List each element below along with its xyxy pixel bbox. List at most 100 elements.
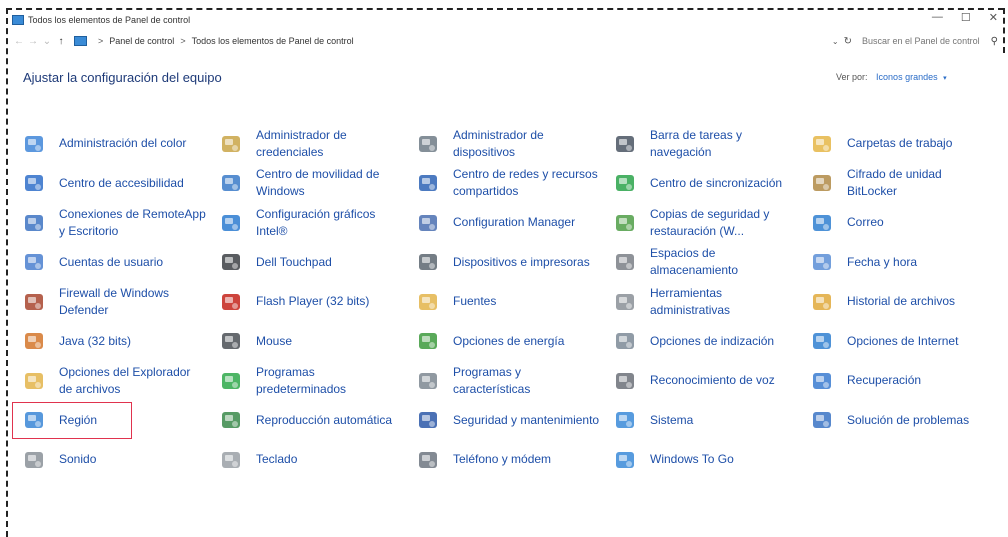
control-panel-item-label: Administrador de dispositivos: [453, 127, 544, 159]
close-button[interactable]: ✕: [989, 11, 998, 24]
network-center-icon: [414, 171, 442, 195]
control-panel-item-label: Barra de tareas y navegación: [650, 127, 743, 159]
control-panel-item[interactable]: Centro de redes y recursos compartidos: [414, 164, 611, 204]
title-bar: Todos los elementos de Panel de control …: [12, 11, 1002, 29]
control-panel-item[interactable]: Configuration Manager: [414, 203, 611, 243]
control-panel-item[interactable]: Opciones del Explorador de archivos: [20, 361, 217, 401]
control-panel-item[interactable]: Administración del color: [20, 124, 217, 164]
control-panel-item-label: Fecha y hora: [847, 254, 918, 269]
back-button[interactable]: ←: [12, 36, 26, 47]
control-panel-item[interactable]: Seguridad y mantenimiento: [414, 401, 611, 441]
control-panel-item-label: Historial de archivos: [847, 294, 956, 309]
control-panel-item[interactable]: Administrador de dispositivos: [414, 124, 611, 164]
breadcrumb-separator[interactable]: >: [180, 36, 185, 46]
control-panel-item-label: Centro de redes y recursos compartidos: [453, 167, 598, 199]
control-panel-item[interactable]: Fecha y hora: [808, 243, 1000, 283]
flash-player-icon: [217, 290, 245, 314]
control-panel-item[interactable]: Centro de sincronización: [611, 164, 808, 204]
maximize-button[interactable]: ☐: [961, 11, 971, 24]
control-panel-item-label: Conexiones de RemoteApp y Escritorio: [59, 206, 206, 238]
control-panel-item-label: Solución de problemas: [847, 412, 970, 427]
control-panel-item[interactable]: Windows To Go: [611, 440, 808, 480]
breadcrumb-separator[interactable]: >: [98, 36, 103, 46]
control-panel-item[interactable]: Barra de tareas y navegación: [611, 124, 808, 164]
control-panel-icon: [12, 15, 24, 25]
control-panel-item[interactable]: Recuperación: [808, 361, 1000, 401]
control-panel-item-label: Centro de movilidad de Windows: [256, 167, 380, 199]
control-panel-item-label: Seguridad y mantenimiento: [453, 412, 600, 427]
control-panel-item-label: Reconocimiento de voz: [650, 373, 775, 388]
refresh-button[interactable]: ↻: [844, 36, 852, 47]
chevron-down-icon[interactable]: ▾: [943, 75, 947, 82]
recent-locations-button[interactable]: ⌄: [40, 36, 54, 47]
security-maintenance-icon: [414, 408, 442, 432]
breadcrumb-all-items[interactable]: Todos los elementos de Panel de control: [192, 36, 354, 46]
configuration-manager-icon: [414, 211, 442, 235]
control-panel-item[interactable]: Teclado: [217, 440, 414, 480]
control-panel-item[interactable]: Reproducción automática: [217, 401, 414, 441]
annotation-dashed-border-right: [1003, 8, 1005, 53]
control-panel-icon: [74, 36, 87, 46]
address-actions: ⌄ ↻ ⚲: [832, 31, 998, 51]
view-by-dropdown[interactable]: Iconos grandes: [876, 72, 938, 82]
control-panel-item[interactable]: Centro de accesibilidad: [20, 164, 217, 204]
control-panel-item[interactable]: Programas predeterminados: [217, 361, 414, 401]
up-button[interactable]: ↑: [54, 36, 68, 47]
control-panel-item[interactable]: Sonido: [20, 440, 217, 480]
control-panel-item[interactable]: Solución de problemas: [808, 401, 1000, 441]
control-panel-item[interactable]: Carpetas de trabajo: [808, 124, 1000, 164]
control-panel-item[interactable]: Flash Player (32 bits): [217, 282, 414, 322]
control-panel-item[interactable]: Opciones de indización: [611, 322, 808, 362]
control-panel-item[interactable]: Correo: [808, 203, 1000, 243]
control-panel-item[interactable]: Java (32 bits): [20, 322, 217, 362]
control-panel-item[interactable]: Dispositivos e impresoras: [414, 243, 611, 283]
control-panel-item[interactable]: Programas y características: [414, 361, 611, 401]
device-manager-icon: [414, 132, 442, 156]
control-panel-item-label: Centro de accesibilidad: [59, 175, 184, 190]
control-panel-item-label: Programas y características: [453, 364, 531, 396]
control-panel-item-label: Teclado: [256, 452, 298, 467]
search-input[interactable]: [860, 35, 983, 47]
control-panel-item[interactable]: Firewall de Windows Defender: [20, 282, 217, 322]
storage-spaces-icon: [611, 250, 639, 274]
control-panel-item[interactable]: Herramientas administrativas: [611, 282, 808, 322]
control-panel-item[interactable]: Sistema: [611, 401, 808, 441]
control-panel-item[interactable]: Región: [12, 401, 217, 441]
control-panel-item-label: Fuentes: [453, 294, 497, 309]
admin-tools-icon: [611, 290, 639, 314]
windows-to-go-icon: [611, 448, 639, 472]
work-folders-icon: [808, 132, 836, 156]
forward-button[interactable]: →: [26, 36, 40, 47]
control-panel-item[interactable]: Cuentas de usuario: [20, 243, 217, 283]
control-panel-item-label: Herramientas administrativas: [650, 285, 731, 317]
touchpad-icon: [217, 250, 245, 274]
control-panel-item[interactable]: Fuentes: [414, 282, 611, 322]
devices-printers-icon: [414, 250, 442, 274]
annotation-dashed-border-left: [6, 8, 8, 537]
control-panel-item-label: Espacios de almacenamiento: [650, 246, 739, 278]
control-panel-item[interactable]: Conexiones de RemoteApp y Escritorio: [20, 203, 217, 243]
control-panel-item[interactable]: Dell Touchpad: [217, 243, 414, 283]
control-panel-item[interactable]: Mouse: [217, 322, 414, 362]
search-icon[interactable]: ⚲: [991, 36, 998, 47]
breadcrumb-control-panel[interactable]: Panel de control: [109, 36, 174, 46]
control-panel-item[interactable]: Reconocimiento de voz: [611, 361, 808, 401]
address-dropdown-button[interactable]: ⌄: [832, 37, 839, 46]
system-icon: [611, 408, 639, 432]
control-panel-item[interactable]: Copias de seguridad y restauración (W...: [611, 203, 808, 243]
date-time-icon: [808, 250, 836, 274]
control-panel-item[interactable]: Opciones de energía: [414, 322, 611, 362]
control-panel-item[interactable]: Configuración gráficos Intel®: [217, 203, 414, 243]
minimize-button[interactable]: —: [932, 11, 943, 24]
control-panel-item[interactable]: Cifrado de unidad BitLocker: [808, 164, 1000, 204]
firewall-icon: [20, 290, 48, 314]
control-panel-item[interactable]: Historial de archivos: [808, 282, 1000, 322]
control-panel-item[interactable]: Opciones de Internet: [808, 322, 1000, 362]
control-panel-item[interactable]: Teléfono y módem: [414, 440, 611, 480]
control-panel-item-label: Sistema: [650, 412, 694, 427]
indexing-options-icon: [611, 329, 639, 353]
control-panel-item[interactable]: Espacios de almacenamiento: [611, 243, 808, 283]
control-panel-item[interactable]: Administrador de credenciales: [217, 124, 414, 164]
control-panel-item-label: Opciones de energía: [453, 333, 565, 348]
control-panel-item[interactable]: Centro de movilidad de Windows: [217, 164, 414, 204]
